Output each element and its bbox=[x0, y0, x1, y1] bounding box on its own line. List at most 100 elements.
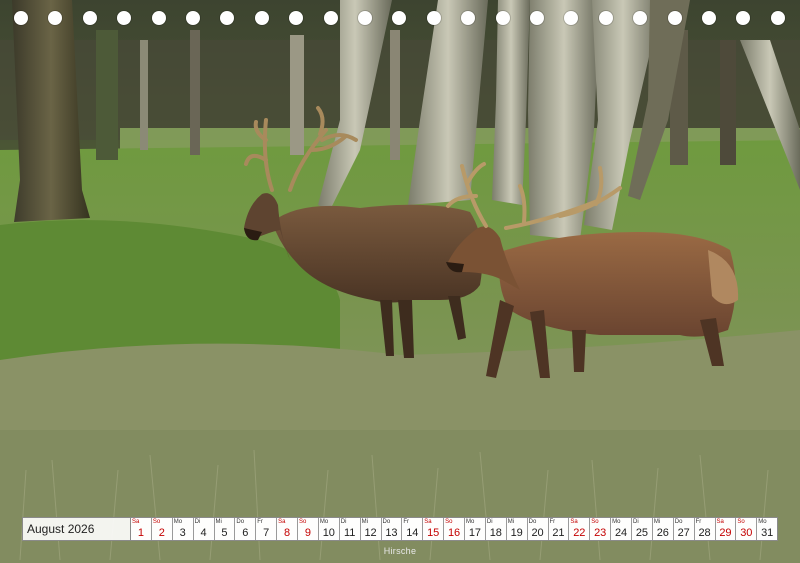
day-number: 24 bbox=[614, 527, 628, 539]
calendar-day: Sa 1 bbox=[131, 518, 152, 540]
binding-hole bbox=[426, 11, 441, 25]
weekday-label: Di bbox=[340, 519, 347, 525]
calendar-day: Fr 14 bbox=[402, 518, 424, 540]
day-number: 31 bbox=[761, 527, 774, 539]
weekday-label: So bbox=[591, 519, 599, 525]
day-number: 30 bbox=[740, 527, 753, 539]
calendar-day: Mo 24 bbox=[611, 518, 632, 540]
day-number: 11 bbox=[343, 527, 356, 539]
binding-hole bbox=[82, 11, 97, 25]
day-number: 7 bbox=[263, 527, 270, 539]
weekday-label: Fr bbox=[695, 519, 702, 525]
weekday-label: Do bbox=[236, 519, 245, 525]
binding-hole bbox=[702, 11, 716, 25]
binding-hole bbox=[117, 11, 132, 25]
weekday-label: Di bbox=[633, 519, 639, 525]
day-number: 12 bbox=[364, 527, 377, 539]
calendar-day: Mi 12 bbox=[360, 518, 382, 540]
day-number: 28 bbox=[698, 527, 711, 539]
day-number: 10 bbox=[322, 527, 335, 539]
weekday-label: Fr bbox=[549, 519, 556, 525]
binding-hole bbox=[392, 11, 407, 25]
calendar-day: So 16 bbox=[444, 518, 465, 540]
binding-hole bbox=[633, 11, 648, 25]
calendar-day: Di 18 bbox=[485, 518, 507, 540]
calendar-days: Sa 1 So 2 Mo 3 Di 4 Mi 5 Do 6 Fr 7 Sa 8 So 9 Mo 10 Di 11 Mi 12 D… bbox=[131, 518, 778, 540]
calendar-day: Do 27 bbox=[673, 518, 695, 540]
weekday-label: Di bbox=[194, 519, 201, 525]
calendar-day: Sa 8 bbox=[277, 518, 298, 540]
day-number: 8 bbox=[284, 527, 291, 539]
day-number: 18 bbox=[489, 527, 502, 539]
photo-background bbox=[0, 0, 800, 563]
day-number: 27 bbox=[677, 527, 690, 539]
weekday-label: Mi bbox=[507, 519, 515, 525]
day-number: 1 bbox=[137, 527, 144, 539]
day-number: 5 bbox=[221, 527, 228, 539]
calendar-day: Sa 15 bbox=[423, 518, 445, 540]
binding-hole bbox=[323, 11, 338, 25]
binding-hole bbox=[254, 11, 269, 25]
calendar-day: Mi 5 bbox=[214, 518, 236, 540]
calendar-day: So 30 bbox=[736, 518, 758, 540]
day-number: 29 bbox=[719, 527, 732, 539]
calendar-day: Di 25 bbox=[632, 518, 653, 540]
weekday-label: So bbox=[737, 519, 745, 525]
calendar-day: Sa 22 bbox=[569, 518, 591, 540]
weekday-label: Mi bbox=[361, 519, 368, 525]
binding-holes bbox=[0, 0, 800, 36]
weekday-label: Do bbox=[528, 519, 537, 525]
binding-hole bbox=[289, 11, 304, 25]
calendar-day: Di 4 bbox=[193, 518, 215, 540]
weekday-label: Mo bbox=[758, 519, 767, 525]
calendar-day: Fr 7 bbox=[256, 518, 278, 540]
weekday-label: Fr bbox=[257, 519, 263, 525]
photo-caption: Hirsche bbox=[383, 546, 417, 556]
day-number: 17 bbox=[468, 527, 482, 539]
weekday-label: Mo bbox=[173, 519, 183, 525]
calendar-day: Do 13 bbox=[381, 518, 403, 540]
weekday-label: Mi bbox=[215, 519, 222, 525]
calendar-day: Do 20 bbox=[527, 518, 549, 540]
calendar-day: So 9 bbox=[298, 518, 319, 540]
calendar-day: Fr 21 bbox=[548, 518, 570, 540]
weekday-label: Sa bbox=[132, 519, 140, 525]
binding-hole bbox=[770, 11, 785, 25]
weekday-label: Mo bbox=[466, 519, 475, 525]
calendar-day: Sa 29 bbox=[715, 518, 737, 540]
binding-hole bbox=[220, 11, 235, 25]
binding-hole bbox=[358, 11, 372, 25]
weekday-label: So bbox=[299, 519, 307, 525]
day-number: 23 bbox=[594, 527, 607, 539]
weekday-label: Sa bbox=[716, 519, 724, 525]
calendar-day: So 2 bbox=[151, 518, 173, 540]
binding-hole bbox=[151, 11, 166, 25]
weekday-label: Mi bbox=[653, 519, 661, 525]
binding-hole bbox=[14, 11, 28, 25]
day-number: 16 bbox=[447, 527, 461, 539]
calendar-day: Mo 3 bbox=[172, 518, 194, 540]
calendar-day: Fr 28 bbox=[694, 518, 716, 540]
weekday-label: Do bbox=[382, 519, 391, 525]
weekday-label: Do bbox=[674, 519, 683, 525]
weekday-label: Sa bbox=[278, 519, 286, 525]
binding-hole bbox=[495, 11, 510, 25]
day-number: 26 bbox=[656, 527, 669, 539]
day-number: 22 bbox=[573, 527, 586, 539]
day-number: 21 bbox=[552, 527, 565, 539]
day-number: 4 bbox=[200, 527, 207, 539]
day-number: 3 bbox=[179, 527, 186, 539]
day-number: 19 bbox=[510, 527, 523, 539]
weekday-label: So bbox=[152, 519, 161, 525]
day-number: 20 bbox=[531, 527, 544, 539]
binding-hole bbox=[48, 11, 63, 25]
binding-hole bbox=[186, 11, 200, 25]
weekday-label: Sa bbox=[424, 519, 432, 525]
calendar-day: Di 11 bbox=[339, 518, 361, 540]
weekday-label: Fr bbox=[403, 519, 410, 525]
binding-hole bbox=[461, 11, 476, 25]
weekday-label: Mo bbox=[612, 519, 621, 525]
binding-hole bbox=[530, 11, 544, 25]
month-label: August 2026 bbox=[23, 518, 131, 540]
calendar-day: Mo 10 bbox=[318, 518, 340, 540]
